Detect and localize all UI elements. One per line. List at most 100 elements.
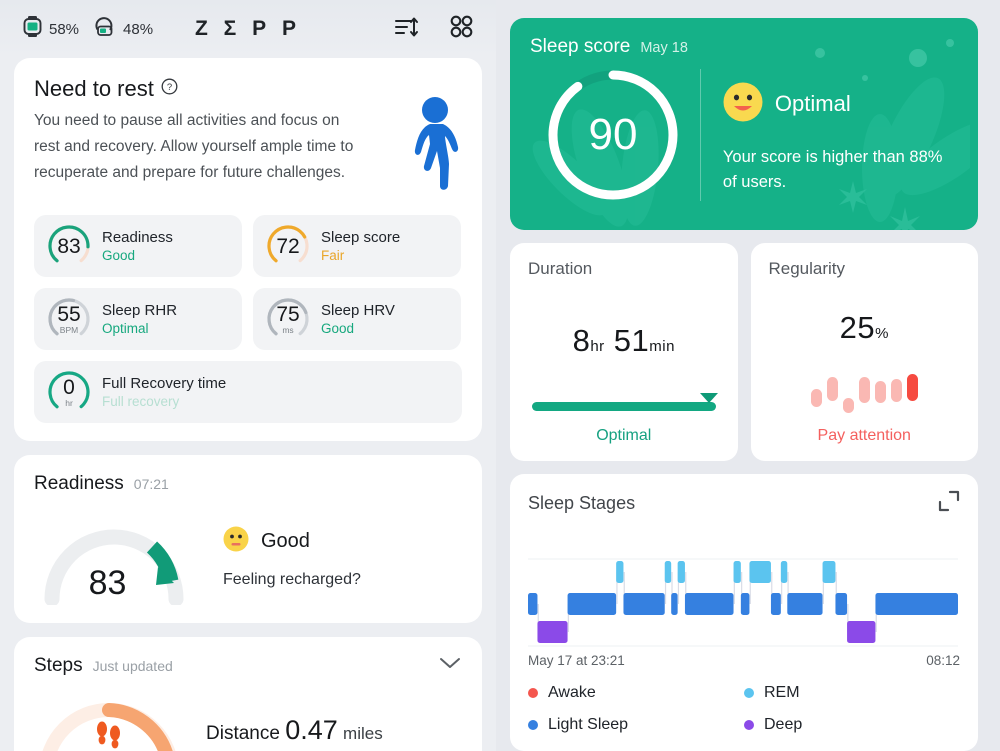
metric-tile[interactable]: 0 hr Full Recovery time Full recovery	[34, 361, 462, 423]
sleep-stage-segment	[835, 593, 848, 615]
readiness-time: 07:21	[133, 476, 169, 492]
steps-header: Steps Just updated	[34, 655, 462, 677]
sleep-mood-row: Optimal	[723, 82, 958, 127]
metric-value: 0	[63, 375, 75, 399]
expand-icon[interactable]	[938, 490, 960, 517]
readiness-title: Readiness	[34, 473, 124, 494]
metric-ring-text: 83	[46, 223, 92, 269]
regularity-title: Regularity	[768, 259, 846, 278]
distance-label: Distance	[206, 722, 280, 744]
regularity-value-wrap: 25%	[769, 279, 961, 377]
sleep-score-ring: 90	[542, 64, 684, 206]
sleep-score-date: May 18	[640, 40, 688, 56]
sleep-stage-segment	[616, 561, 624, 583]
sleep-score-summary: Optimal Your score is higher than 88% of…	[723, 76, 958, 195]
sleep-score-header: Sleep score May 18	[530, 36, 958, 58]
metric-tile[interactable]: 55 BPM Sleep RHR Optimal	[34, 288, 242, 350]
regularity-value: 25%	[840, 310, 889, 346]
legend-label: Light Sleep	[548, 716, 629, 733]
metric-text: Sleep HRV Good	[321, 302, 395, 336]
metric-text: Sleep score Fair	[321, 229, 400, 263]
earbuds-battery-icon	[93, 15, 117, 43]
need-to-rest-card[interactable]: Need to rest ? You need to pause all act…	[14, 58, 482, 441]
readiness-question[interactable]: Feeling recharged?	[223, 571, 361, 589]
metric-unit: BPM	[59, 324, 79, 335]
sleep-score-title: Sleep score	[530, 36, 631, 57]
readiness-card[interactable]: Readiness 07:21 83 Good Feeling recharge…	[14, 455, 482, 623]
metric-status: Full recovery	[102, 394, 180, 409]
metric-status: Fair	[321, 248, 345, 263]
metric-tile[interactable]: 83 Readiness Good	[34, 215, 242, 277]
sleep-stages-card[interactable]: Sleep Stages May 17 at 23:21 08:12 Awake…	[510, 474, 978, 751]
metric-tile[interactable]: 72 Sleep score Fair	[253, 215, 461, 277]
metric-name: Full Recovery time	[102, 375, 227, 392]
footprints-icon	[92, 719, 126, 751]
distance-value: 0.47	[285, 714, 338, 745]
sleep-stages-header: Sleep Stages	[528, 490, 960, 517]
sleep-stage-segment	[875, 593, 958, 615]
metric-tile[interactable]: 75 ms Sleep HRV Good	[253, 288, 461, 350]
earbuds-battery-label: 48%	[123, 20, 154, 38]
watch-battery: 58%	[22, 15, 79, 43]
battery-indicators: 58% 48%	[22, 15, 153, 43]
metric-status: Good	[102, 248, 136, 263]
metric-unit: hr	[65, 397, 73, 408]
sort-icon[interactable]	[394, 16, 419, 43]
regularity-bar	[874, 381, 886, 403]
smiling-face-emoji	[723, 82, 763, 127]
sleep-stage-segment	[822, 561, 836, 583]
duration-minutes: 51	[613, 322, 650, 358]
metric-text: Full Recovery time Full recovery	[102, 375, 226, 409]
regularity-bar	[858, 377, 870, 403]
stages-start-label: May 17 at 23:21	[528, 653, 625, 668]
grid-apps-icon[interactable]	[449, 14, 474, 44]
duration-hours-unit: hr	[590, 337, 605, 355]
regularity-status: Pay attention	[817, 427, 911, 444]
legend-dot-icon	[744, 688, 754, 698]
metric-ring: 0 hr	[46, 369, 92, 415]
steps-card[interactable]: Steps Just updated Distance 0.47 miles	[14, 637, 482, 751]
metric-ring-text: 55 BPM	[46, 296, 92, 342]
regularity-card[interactable]: Regularity 25% Pay attention	[750, 243, 978, 461]
metric-value: 72	[276, 234, 300, 258]
watch-battery-icon	[22, 15, 43, 43]
regularity-bar	[842, 398, 854, 413]
regularity-unit: %	[875, 325, 889, 342]
left-card-list: Need to rest ? You need to pause all act…	[0, 58, 496, 751]
sleep-stage-segment	[664, 561, 672, 583]
duration-value-wrap: 8hr 51min	[528, 279, 720, 402]
sleep-stages-axis: May 17 at 23:21 08:12	[528, 653, 960, 668]
readiness-mood-row: Good	[223, 526, 361, 557]
metric-ring: 72	[265, 223, 311, 269]
question-circle-icon[interactable]: ?	[161, 78, 178, 100]
sleep-stage-segment	[733, 561, 741, 583]
metric-name: Readiness	[102, 229, 173, 246]
regularity-bars	[769, 374, 961, 413]
sleep-score-card[interactable]: Sleep score May 18 90 Optimal Your score…	[510, 18, 978, 230]
metric-ring: 55 BPM	[46, 296, 92, 342]
page-title: Need to rest	[34, 76, 154, 101]
sleep-score-description: Your score is higher than 88% of users.	[722, 147, 943, 191]
steps-gauge	[34, 685, 184, 751]
sleep-stage-segment	[780, 561, 788, 583]
distance-unit: miles	[343, 723, 383, 743]
readiness-mood: Good Feeling recharged?	[223, 526, 361, 589]
duration-marker-icon	[699, 393, 718, 403]
duration-progress-bar	[532, 393, 718, 411]
sleep-stage-segment	[623, 593, 665, 615]
sleep-stage-segment	[740, 593, 750, 615]
legend-item: Light Sleep	[528, 716, 744, 734]
legend-dot-icon	[528, 720, 538, 730]
metric-status: Good	[321, 321, 355, 336]
steps-title: Steps	[34, 655, 83, 676]
steps-distance: Distance 0.47 miles	[206, 715, 383, 746]
chevron-down-icon[interactable]	[438, 655, 462, 676]
readiness-body: 83 Good Feeling recharged?	[34, 509, 462, 607]
need-to-rest-header: Need to rest ?	[34, 76, 462, 102]
duration-card[interactable]: Duration 8hr 51min Optimal	[510, 243, 738, 461]
regularity-bar	[890, 379, 902, 402]
app-screen: 58% 48% Ζ Σ Ρ Ρ Need to rest ? You need …	[0, 0, 1000, 751]
duration-title: Duration	[528, 259, 593, 278]
metric-value: 83	[57, 234, 81, 258]
svg-text:?: ?	[167, 82, 172, 93]
